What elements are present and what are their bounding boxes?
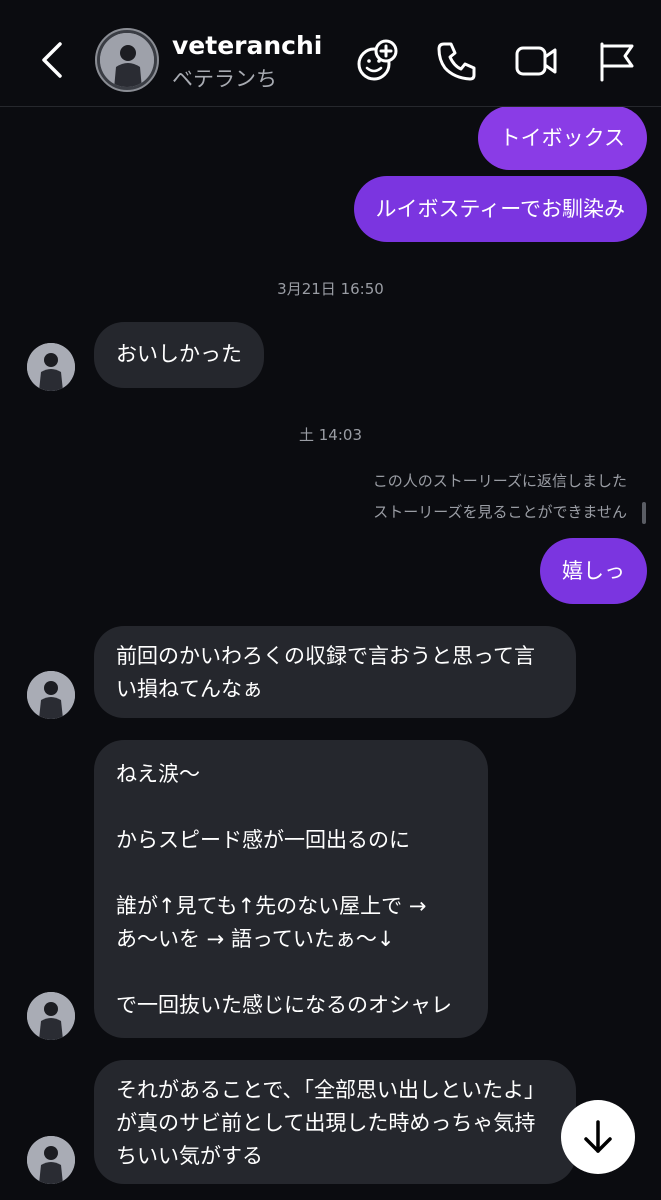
incoming-message[interactable]: おいしかった [94, 322, 264, 388]
incoming-message[interactable]: 前回のかいわろくの収録で言おうと思って言 い損ねてんなぁ [94, 626, 576, 718]
add-effect-icon [357, 39, 398, 81]
video-icon [515, 46, 557, 76]
outgoing-message[interactable]: 嬉しっ [540, 538, 647, 604]
sender-avatar[interactable] [27, 1136, 75, 1184]
display-name: ベテランち [172, 67, 277, 91]
flag-icon [600, 42, 634, 82]
add-effect-button[interactable] [354, 38, 400, 84]
sender-avatar[interactable] [27, 343, 75, 391]
timestamp: 3月21日 16:50 [277, 280, 384, 298]
timestamp: 土 14:03 [299, 426, 362, 444]
story-reply-note: この人のストーリーズに返信しました [372, 472, 627, 490]
scroll-to-bottom-button[interactable] [561, 1100, 635, 1174]
chat-header: veteranchi ベテランち [0, 0, 661, 107]
video-call-button[interactable] [513, 38, 559, 84]
back-button[interactable] [36, 40, 72, 80]
report-button[interactable] [594, 38, 640, 84]
outgoing-message[interactable]: トイボックス [477, 106, 647, 170]
phone-icon [437, 42, 476, 81]
outgoing-message[interactable]: ルイボスティーでお馴染み [353, 176, 647, 242]
incoming-message[interactable]: ねえ涙〜 からスピード感が一回出るのに 誰が↑見ても↑先のない屋上で → あ〜い… [94, 740, 488, 1038]
profile-avatar[interactable] [95, 28, 159, 92]
arrow-down-icon [584, 1120, 612, 1153]
story-indicator-bar [642, 502, 646, 524]
username[interactable]: veteranchi [172, 31, 322, 60]
incoming-message[interactable]: それがあることで、「全部思い出しといたよ」 が真のサビ前として出現した時めっちゃ… [94, 1060, 576, 1184]
sender-avatar[interactable] [27, 671, 75, 719]
story-unavailable-note: ストーリーズを見ることができません [373, 503, 627, 521]
back-icon [42, 42, 62, 78]
audio-call-button[interactable] [434, 38, 480, 84]
sender-avatar[interactable] [27, 992, 75, 1040]
